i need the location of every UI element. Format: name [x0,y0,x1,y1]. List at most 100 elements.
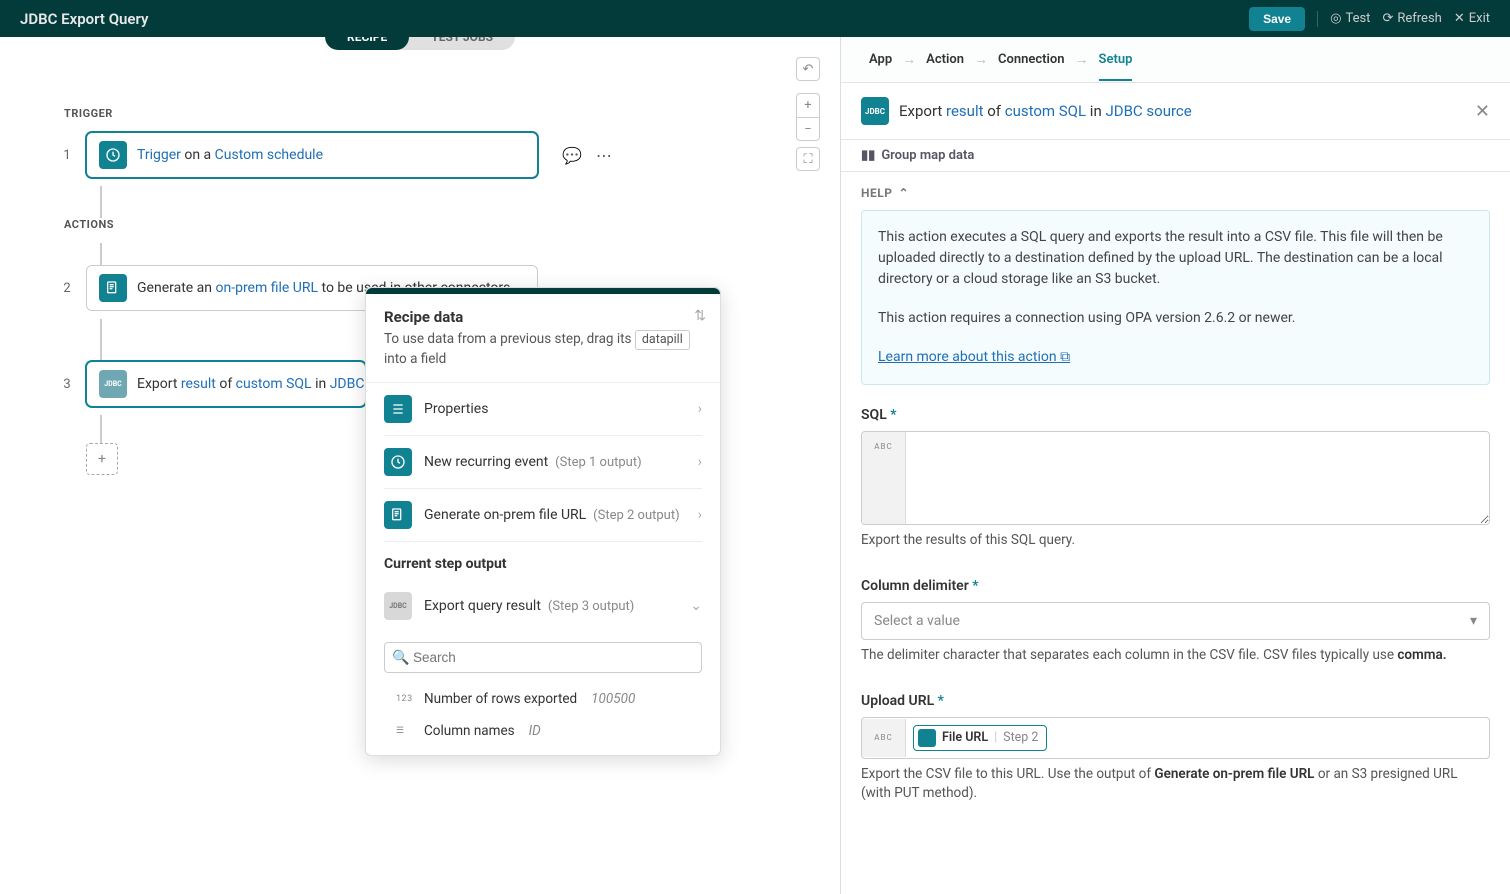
breadcrumb-action[interactable]: Action [926,52,964,67]
recipe-canvas: RECIPE TEST JOBS ↶ + − ⛶ TRIGGER 1 [0,37,840,894]
divider [1317,11,1318,27]
close-icon: ✕ [1454,11,1465,26]
group-map-toggle[interactable]: ▮▮ Group map data [841,139,1510,172]
file-icon [99,274,127,302]
pause-icon: ▮▮ [861,148,875,163]
chevron-right-icon: › [698,507,702,523]
sql-textarea[interactable] [906,432,1489,524]
target-icon: ◎ [1330,11,1341,26]
upload-url-input[interactable]: ABC File URL | Step 2 [861,717,1490,759]
trigger-section-label: TRIGGER [64,107,790,120]
chevron-down-icon: ▾ [1470,613,1477,629]
sql-help-text: Export the results of this SQL query. [861,531,1490,550]
jdbc-icon: JDBC [861,97,889,125]
step-number: 3 [60,377,74,392]
breadcrumb-setup[interactable]: Setup [1099,52,1133,81]
step-number: 2 [60,281,74,296]
type-indicator-abc: ABC [862,719,906,757]
comment-icon[interactable]: 💬 [562,146,582,165]
tab-recipe[interactable]: RECIPE [325,37,409,50]
upload-url-field: Upload URL * ABC File URL | Step 2 Expo [861,693,1490,803]
delimiter-label: Column delimiter * [861,578,1490,594]
step-text: Trigger on a Custom schedule [137,147,323,163]
expand-icon[interactable]: ⇅ [694,308,706,324]
search-icon: 🔍 [392,650,409,666]
datapill-rows-exported[interactable]: 123 Number of rows exported 100500 [366,683,720,715]
popover-subtitle: To use data from a previous step, drag i… [384,330,702,368]
popover-title: Recipe data [384,308,702,326]
file-url-datapill[interactable]: File URL | Step 2 [913,725,1047,751]
upload-url-help-text: Export the CSV file to this URL. Use the… [861,765,1490,803]
step-text: Export result of custom SQL in JDBC sour… [137,376,366,392]
setup-breadcrumbs: App → Action → Connection → Setup [841,37,1510,83]
zoom-out-button[interactable]: − [796,117,820,141]
save-button[interactable]: Save [1249,7,1305,31]
chevron-right-icon: › [698,401,702,417]
delimiter-help-text: The delimiter character that separates e… [861,646,1490,665]
type-indicator-abc: ABC [862,432,906,524]
delimiter-field: Column delimiter * Select a value ▾ The … [861,578,1490,665]
clock-icon [384,448,412,476]
refresh-button[interactable]: ⟳ Refresh [1382,11,1441,26]
view-toggle: RECIPE TEST JOBS [325,37,515,50]
add-step-button[interactable]: + [86,443,118,475]
connector [100,319,102,361]
connector [100,186,102,218]
learn-more-link[interactable]: Learn more about this action ⧉ [878,349,1070,365]
more-icon[interactable]: ⋯ [596,146,612,165]
canvas-controls: ↶ + − ⛶ [796,57,820,171]
action-step-card-3[interactable]: JDBC Export result of custom SQL in JDBC… [86,361,366,407]
arrow-icon: → [1075,51,1089,68]
current-step-label: Current step output [366,542,720,580]
zoom-in-button[interactable]: + [796,93,820,117]
panel-header: JDBC Export result of custom SQL in JDBC… [841,83,1510,139]
undo-button[interactable]: ↶ [796,57,820,81]
upload-url-label: Upload URL * [861,693,1490,709]
fit-view-button[interactable]: ⛶ [796,147,820,171]
actions-section-label: ACTIONS [64,218,790,231]
datatree-item-recurring[interactable]: New recurring event (Step 1 output) › [384,436,702,489]
breadcrumb-connection[interactable]: Connection [998,52,1065,67]
datatree-item-generate-url[interactable]: Generate on-prem file URL (Step 2 output… [384,489,702,542]
connector [100,243,102,265]
page-title: JDBC Export Query [20,10,148,28]
help-box: This action executes a SQL query and exp… [861,210,1490,385]
arrow-icon: → [974,51,988,68]
list-icon [384,395,412,423]
search-input[interactable] [384,642,702,673]
help-toggle[interactable]: HELP ⌃ [861,186,1490,200]
delimiter-select[interactable]: Select a value ▾ [861,602,1490,640]
list-type-icon: ☰ [396,726,416,736]
file-icon [384,501,412,529]
sql-label: SQL * [861,407,1490,423]
number-type-icon: 123 [396,694,416,704]
close-panel-button[interactable]: ✕ [1475,101,1490,122]
sql-field: SQL * ABC Export the results of this SQL… [861,407,1490,550]
trigger-step-card[interactable]: Trigger on a Custom schedule [86,132,538,178]
file-icon [918,729,936,747]
clock-icon [99,141,127,169]
tab-test-jobs[interactable]: TEST JOBS [409,37,515,50]
connector [100,415,102,443]
external-link-icon: ⧉ [1060,349,1070,365]
app-header: JDBC Export Query Save ◎ Test ⟳ Refresh … [0,0,1510,37]
step-number: 1 [60,148,74,163]
chevron-right-icon: › [698,454,702,470]
setup-panel: App → Action → Connection → Setup JDBC E… [840,37,1510,894]
datatree-search: 🔍 [384,642,702,673]
datapill-chip: datapill [635,330,690,350]
exit-button[interactable]: ✕ Exit [1454,11,1490,26]
test-button[interactable]: ◎ Test [1330,11,1370,26]
chevron-down-icon: ⌄ [690,598,702,614]
datapill-column-names[interactable]: ☰ Column names ID [366,715,720,755]
chevron-up-icon: ⌃ [898,186,909,200]
arrow-icon: → [902,51,916,68]
breadcrumb-app[interactable]: App [869,52,892,67]
datatree-item-export-result[interactable]: JDBC Export query result (Step 3 output)… [384,580,702,632]
refresh-icon: ⟳ [1382,11,1393,26]
panel-title: Export result of custom SQL in JDBC sour… [899,102,1465,120]
jdbc-icon: JDBC [99,370,127,398]
jdbc-icon: JDBC [384,592,412,620]
datatree-item-properties[interactable]: Properties › [384,383,702,436]
recipe-data-popover: Recipe data To use data from a previous … [365,287,721,756]
